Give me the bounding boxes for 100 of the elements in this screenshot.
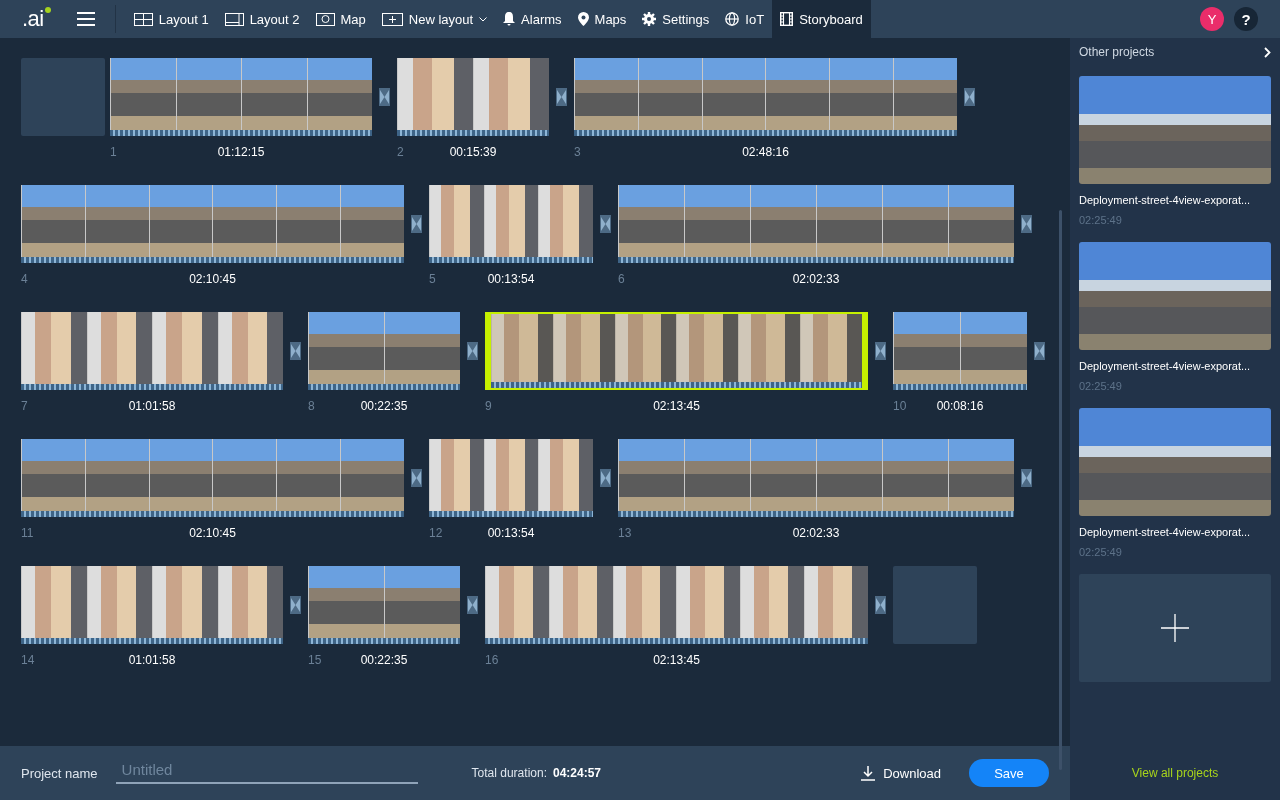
help-button[interactable]: ? [1234, 7, 1258, 31]
video-clip[interactable] [308, 566, 460, 644]
logo[interactable]: .ai [20, 5, 51, 33]
view-all-projects-link[interactable]: View all projects [1079, 746, 1271, 800]
video-clip[interactable] [485, 566, 868, 644]
total-duration: 04:24:57 [553, 766, 602, 780]
clip-number: 14 [21, 653, 36, 667]
clip-duration: 02:02:33 [791, 272, 841, 286]
transition-icon[interactable] [411, 215, 422, 233]
video-clip[interactable] [893, 312, 1027, 390]
transition-icon[interactable] [290, 342, 301, 360]
project-name-label: Project name [21, 765, 98, 781]
transition-icon[interactable] [600, 215, 611, 233]
clip-number: 2 [397, 145, 405, 159]
transition-icon[interactable] [964, 88, 975, 106]
clip-number: 13 [618, 526, 633, 540]
clip-duration: 02:13:45 [652, 653, 701, 667]
video-clip[interactable] [21, 185, 404, 263]
scrollbar[interactable] [1059, 210, 1062, 770]
sidebar-title: Other projects [1079, 45, 1155, 59]
project-duration: 02:25:49 [1079, 214, 1123, 226]
save-button[interactable]: Save [969, 759, 1049, 787]
video-clip[interactable] [110, 58, 372, 136]
clip-number: 9 [485, 399, 493, 413]
project-title[interactable]: Deployment-street-4view-exporat... [1079, 526, 1271, 538]
clip-number: 8 [308, 399, 316, 413]
clip-duration: 02:10:45 [188, 526, 237, 540]
nav-tab[interactable]: Layout 2 [216, 0, 308, 38]
transition-icon[interactable] [1021, 469, 1032, 487]
grid-icon [133, 12, 153, 26]
clip-duration: 02:13:45 [652, 399, 701, 413]
video-clip[interactable] [429, 185, 593, 263]
video-clip[interactable] [397, 58, 549, 136]
clip-duration: 01:01:58 [127, 399, 177, 413]
chevron-right-icon[interactable] [1264, 46, 1271, 58]
map-icon [315, 12, 335, 26]
transition-icon[interactable] [290, 596, 301, 614]
clip-duration: 00:13:54 [486, 526, 536, 540]
transition-icon[interactable] [875, 342, 886, 360]
download-button[interactable]: Download [855, 764, 947, 782]
video-clip[interactable] [21, 439, 404, 517]
transition-icon[interactable] [411, 469, 422, 487]
transition-icon[interactable] [467, 596, 478, 614]
photo-placeholder[interactable] [1079, 242, 1271, 350]
project-duration: 02:25:49 [1079, 380, 1123, 392]
nav-tab[interactable]: Alarms [495, 0, 570, 38]
clip-duration: 00:22:35 [359, 653, 409, 667]
clip-number: 6 [618, 272, 626, 286]
clip-duration: 00:15:39 [448, 145, 498, 159]
transition-icon[interactable] [875, 596, 886, 614]
nav-tab[interactable]: Map [307, 0, 374, 38]
video-clip[interactable] [485, 312, 868, 390]
settings-icon [642, 12, 657, 26]
clip-number: 7 [21, 399, 29, 413]
transition-icon[interactable] [1034, 342, 1045, 360]
nav-tab[interactable]: Settings [634, 0, 718, 38]
video-clip[interactable] [21, 566, 283, 644]
video-clip[interactable] [574, 58, 957, 136]
photo-placeholder[interactable] [1079, 408, 1271, 516]
nav-tab[interactable]: Layout 1 [125, 0, 217, 38]
video-clip[interactable] [21, 312, 283, 390]
project-title[interactable]: Deployment-street-4view-exporat... [1079, 360, 1271, 372]
clip-duration: 00:13:54 [486, 272, 536, 286]
clip-duration: 00:22:35 [359, 399, 409, 413]
photo-placeholder[interactable] [1079, 76, 1271, 184]
film-icon [780, 12, 794, 26]
clip-number: 12 [429, 526, 444, 540]
clip-duration: 01:01:58 [127, 653, 177, 667]
clip-duration: 00:08:16 [935, 399, 985, 413]
menu-icon[interactable] [76, 12, 95, 26]
nav-tab[interactable]: Maps [569, 0, 635, 38]
project-name-field[interactable]: Untitled [115, 756, 418, 784]
user-avatar[interactable]: Y [1200, 7, 1224, 31]
clip-duration: 01:12:15 [216, 145, 266, 159]
video-clip[interactable] [618, 185, 1014, 263]
nav-tab[interactable]: IoT [717, 0, 773, 38]
pin-icon [577, 12, 589, 26]
video-clip[interactable] [618, 439, 1014, 517]
bell-icon [503, 12, 516, 26]
clip-number: 11 [21, 526, 35, 540]
transition-icon[interactable] [467, 342, 478, 360]
video-clip[interactable] [429, 439, 593, 517]
clip-number: 15 [308, 653, 323, 667]
clip-number: 3 [574, 145, 582, 159]
video-clip[interactable] [308, 312, 460, 390]
clip-number: 16 [485, 653, 500, 667]
project-duration: 02:25:49 [1079, 546, 1123, 558]
transition-icon[interactable] [600, 469, 611, 487]
transition-icon[interactable] [1021, 215, 1032, 233]
layout-icon [224, 12, 244, 26]
globe-icon [725, 12, 740, 26]
clip-duration: 02:48:16 [741, 145, 790, 159]
nav-tab[interactable]: Storyboard [772, 0, 871, 38]
transition-icon[interactable] [556, 88, 567, 106]
transition-icon[interactable] [379, 88, 390, 106]
nav-tab[interactable]: New layout [373, 0, 496, 38]
project-title[interactable]: Deployment-street-4view-exporat... [1079, 194, 1271, 206]
clip-number: 10 [893, 399, 908, 413]
clip-duration: 02:02:33 [791, 526, 841, 540]
caret-icon [479, 16, 488, 22]
